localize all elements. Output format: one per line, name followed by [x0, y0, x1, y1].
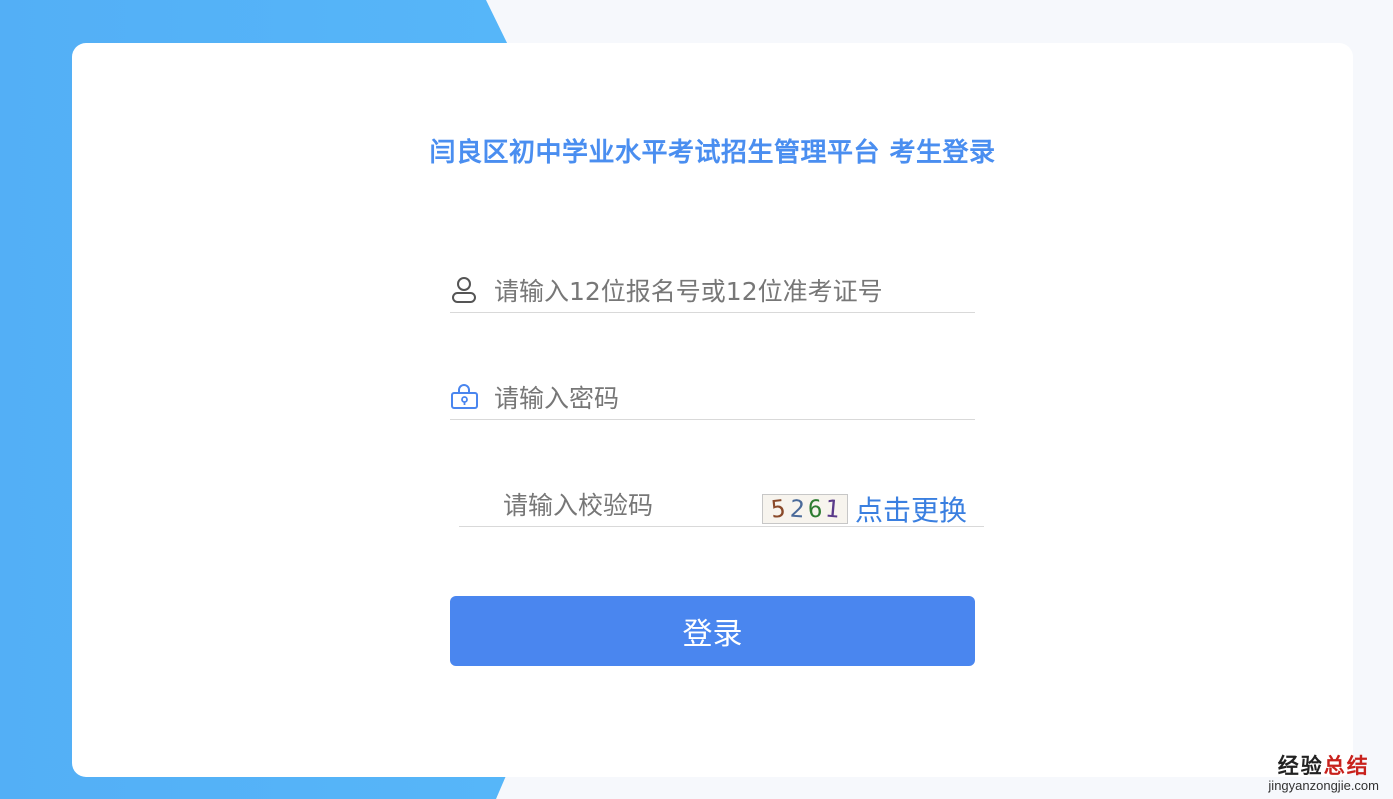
refresh-captcha-link[interactable]: 点击更换 — [855, 489, 967, 529]
user-icon — [450, 275, 480, 305]
watermark: 经验总结 jingyanzongjie.com — [1268, 750, 1379, 793]
page-title: 闫良区初中学业水平考试招生管理平台 考生登录 — [429, 138, 996, 168]
password-input[interactable] — [494, 381, 964, 415]
watermark-brand-suffix: 总结 — [1323, 753, 1370, 778]
captcha-char: 1 — [823, 494, 841, 524]
lock-icon — [450, 381, 480, 411]
username-field — [450, 266, 975, 313]
captcha-image[interactable]: 5 2 6 1 — [762, 494, 848, 524]
captcha-char: 2 — [789, 494, 806, 524]
watermark-brand-prefix: 经验 — [1277, 753, 1324, 778]
captcha-char: 5 — [769, 494, 787, 524]
captcha-input[interactable] — [503, 488, 753, 522]
username-input[interactable] — [494, 274, 964, 308]
login-button[interactable]: 登录 — [450, 596, 975, 666]
watermark-domain: jingyanzongjie.com — [1268, 778, 1379, 793]
captcha-char: 6 — [807, 494, 824, 524]
password-field — [450, 373, 975, 420]
watermark-brand: 经验总结 — [1268, 750, 1379, 780]
